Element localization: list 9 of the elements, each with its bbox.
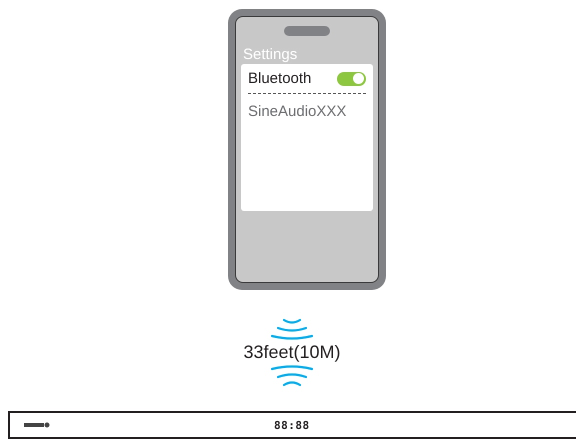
speaker-slot <box>284 26 330 36</box>
bluetooth-label: Bluetooth <box>248 70 312 87</box>
logo-icon <box>24 422 50 428</box>
display-readout: 88:88 <box>274 418 310 432</box>
device-name[interactable]: SineAudioXXX <box>248 103 366 120</box>
signal-waves-icon <box>270 365 314 389</box>
signal-waves-icon <box>270 316 314 340</box>
range-label: 33feet(10M) <box>243 342 341 363</box>
bluetooth-toggle[interactable] <box>337 72 366 86</box>
